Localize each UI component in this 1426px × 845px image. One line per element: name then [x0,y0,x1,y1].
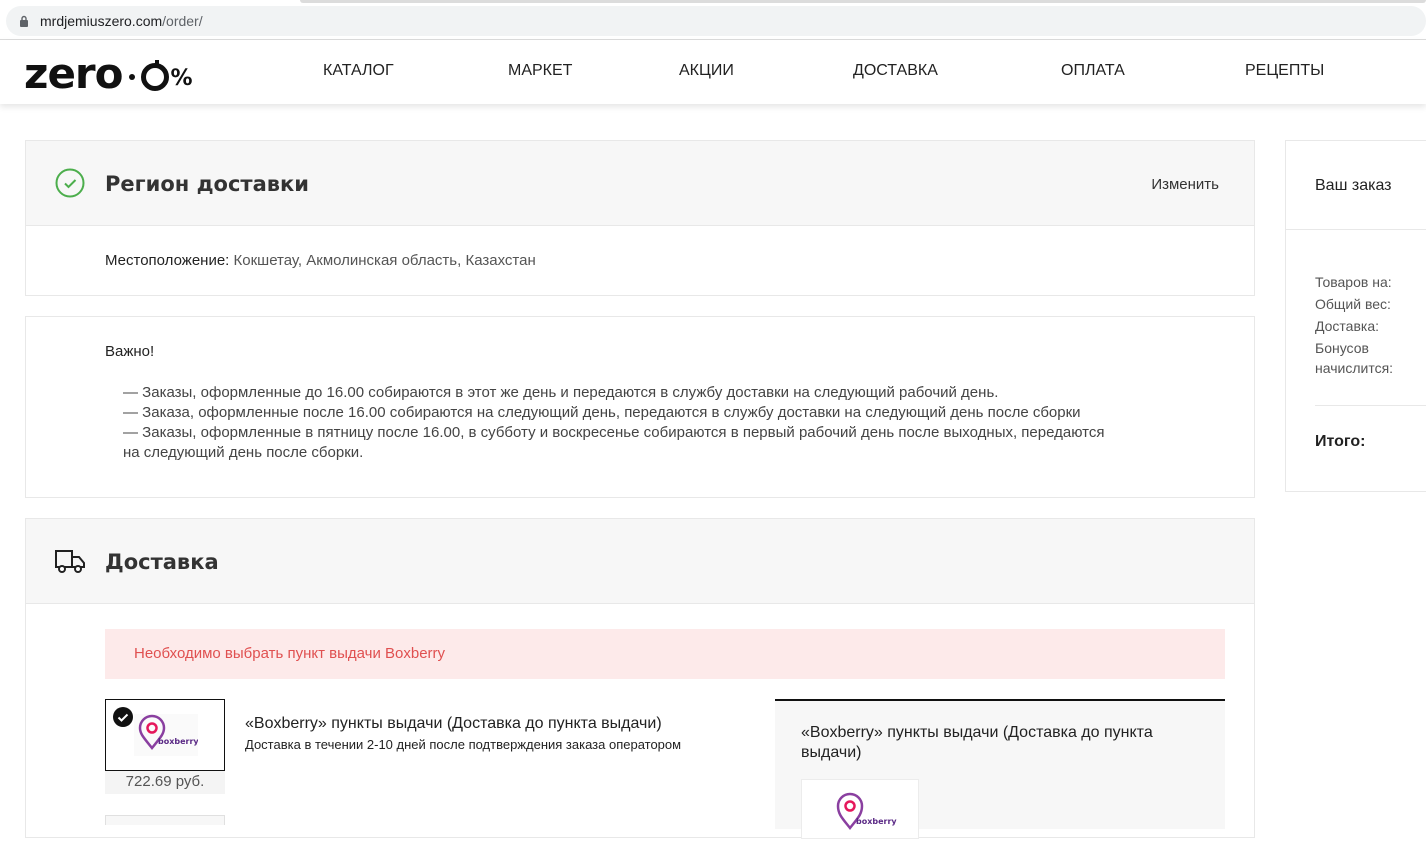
change-region-link[interactable]: Изменить [1151,176,1219,193]
notice-title: Важно! [105,343,155,360]
detail-boxberry-logo: boxberry [801,779,919,839]
divider [1315,405,1426,406]
divider [1286,229,1426,230]
lock-icon [20,15,28,27]
nav-payment[interactable]: ОПЛАТА [1061,62,1125,80]
service-detail-panel: «Boxberry» пункты выдачи (Доставка до пу… [775,699,1225,839]
service-price: 722.69 руб. [105,771,225,794]
nav-catalog[interactable]: КАТАЛОГ [323,62,394,80]
site-logo[interactable]: zero % [24,53,193,95]
delivery-card-header: Доставка [26,519,1254,604]
service-name[interactable]: «Boxberry» пункты выдачи (Доставка до пу… [245,715,662,733]
selected-check-icon [113,707,133,727]
detail-boxberry-pin-icon: boxberry [836,792,897,831]
weight-label: Общий вес: [1315,296,1391,312]
url-host: mrdjemiuszero.com [40,13,163,29]
bonus-label-cont: начислится: [1315,360,1394,376]
svg-text:boxberry: boxberry [856,817,897,826]
delivery-title: Доставка [105,550,219,574]
order-summary-title: Ваш заказ [1315,177,1392,194]
boxberry-service-tile[interactable]: boxberry [105,699,225,771]
location-line: Местоположение: Кокшетау, Акмолинская об… [105,252,536,269]
boxberry-pin-icon: boxberry [138,714,199,751]
notice-card: Важно! — Заказы, оформленные до 16.00 со… [25,316,1255,498]
items-total-label: Товаров на: [1315,274,1392,290]
url-path: /order/ [162,13,203,29]
bonus-label: Бонусов [1315,340,1369,356]
logo-word: zero [24,49,123,98]
logo-percent: % [170,65,193,91]
nav-delivery[interactable]: ДОСТАВКА [853,62,938,80]
location-value: Кокшетау, Акмолинская область, Казахстан [233,252,536,269]
nav-promotions[interactable]: АКЦИИ [679,62,734,80]
detail-title: «Boxberry» пункты выдачи (Доставка до пу… [801,724,1153,761]
truck-icon [55,550,85,573]
delivery-cost-label: Доставка: [1315,318,1380,334]
url-text[interactable]: mrdjemiuszero.com/order/ [40,13,203,29]
region-card-body: Местоположение: Кокшетау, Акмолинская об… [26,226,1254,296]
boxberry-logo: boxberry [134,714,199,756]
region-title: Регион доставки [105,172,310,196]
browser-url-bar: mrdjemiuszero.com/order/ [0,0,1426,40]
location-label: Местоположение: [105,252,230,269]
logo-dot [128,74,135,80]
site-header: zero % КАТАЛОГ МАРКЕТ АКЦИИ ДОСТАВКА ОПЛ… [0,40,1426,104]
notice-rule-1: — Заказы, оформленные до 16.00 собираютс… [123,384,999,401]
notice-rule-3: — Заказы, оформленные в пятницу после 16… [123,424,1105,441]
order-summary: Ваш заказ Товаров на: Общий вес: Доставк… [1285,140,1426,492]
address-bar[interactable]: mrdjemiuszero.com/order/ [6,6,1426,36]
svg-text:boxberry: boxberry [158,737,198,746]
tab-strip-edge [300,0,1426,3]
notice-rule-3-cont: на следующий день после сборки. [123,444,364,461]
service-description: Доставка в течении 2-10 дней после подтв… [245,737,682,752]
notice-rule-2: — Заказа, оформленные после 16.00 собира… [123,404,1081,421]
region-card: Регион доставки Изменить Местоположение:… [25,140,1255,296]
order-total-label: Итого: [1315,433,1366,450]
delivery-card: Доставка Необходимо выбрать пункт выдачи… [25,518,1255,839]
nav-recipes[interactable]: РЕЦЕПТЫ [1245,62,1324,80]
region-card-header: Регион доставки Изменить [26,141,1254,226]
nav-market[interactable]: МАРКЕТ [508,62,572,80]
pickup-required-alert: Необходимо выбрать пункт выдачи Boxberry [105,629,1225,679]
check-circle-icon [55,168,85,198]
logo-zero-icon [140,60,169,91]
